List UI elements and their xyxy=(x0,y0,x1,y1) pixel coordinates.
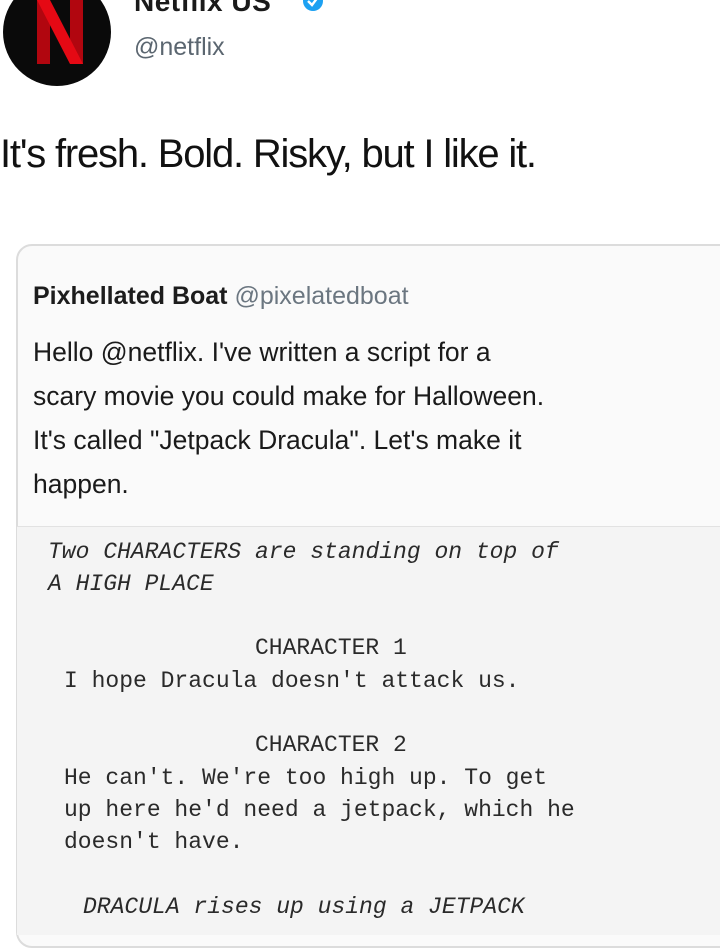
quoted-text: Hello @netflix. I've written a script fo… xyxy=(33,330,713,506)
quoted-name[interactable]: Pixhellated Boat xyxy=(33,282,228,310)
display-name[interactable]: Netflix US xyxy=(134,0,271,18)
script-character-name: CHARACTER 2 xyxy=(255,732,407,758)
script-dialogue-line: doesn't have. xyxy=(64,829,244,855)
verified-badge-icon xyxy=(303,0,323,11)
quoted-text-line: happen. xyxy=(33,469,129,499)
script-action-line: DRACULA rises up using a JETPACK xyxy=(83,894,525,920)
netflix-avatar[interactable] xyxy=(3,0,111,86)
script-action-line: Two CHARACTERS are standing on top of xyxy=(48,539,559,565)
script-image: Two CHARACTERS are standing on top of A … xyxy=(17,526,720,935)
script-dialogue-line: up here he'd need a jetpack, which he xyxy=(64,797,575,823)
tweet-text: It's fresh. Bold. Risky, but I like it. xyxy=(0,132,537,176)
script-action-line: A HIGH PLACE xyxy=(48,571,214,597)
quoted-author: Pixhellated Boat @pixelatedboat xyxy=(33,282,409,311)
script-character-name: CHARACTER 1 xyxy=(255,635,407,661)
quoted-handle[interactable]: @pixelatedboat xyxy=(234,282,408,310)
netflix-logo-icon xyxy=(37,0,83,64)
script-dialogue-line: I hope Dracula doesn't attack us. xyxy=(64,668,520,694)
quoted-text-line: scary movie you could make for Halloween… xyxy=(33,381,545,411)
quoted-text-line: Hello @netflix. I've written a script fo… xyxy=(33,337,491,367)
handle[interactable]: @netflix xyxy=(134,33,225,62)
quoted-text-line: It's called "Jetpack Dracula". Let's mak… xyxy=(33,425,522,455)
script-dialogue-line: He can't. We're too high up. To get xyxy=(64,765,548,791)
